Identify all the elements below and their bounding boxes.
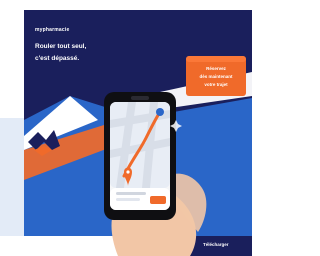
- headline-line-1: Rouler tout seul,: [35, 43, 87, 50]
- map-view: [110, 102, 170, 188]
- brand-name: mypharmacie: [35, 27, 70, 33]
- left-pale-strip: [0, 118, 24, 236]
- promo-line-1: Réservez: [206, 66, 226, 71]
- headline-line-2: c'est dépassé.: [35, 55, 80, 62]
- ad-image: mypharmacie Rouler tout seul, c'est dépa…: [0, 0, 252, 256]
- ad-artwork: [0, 0, 252, 256]
- promo-line-3: votre trajet: [204, 82, 228, 87]
- smartphone: [104, 92, 176, 220]
- cta-button: [150, 196, 166, 204]
- footer-label: Télécharger: [203, 242, 229, 247]
- bottom-sheet: [110, 188, 170, 210]
- promo-line-2: dès maintenant: [199, 74, 233, 79]
